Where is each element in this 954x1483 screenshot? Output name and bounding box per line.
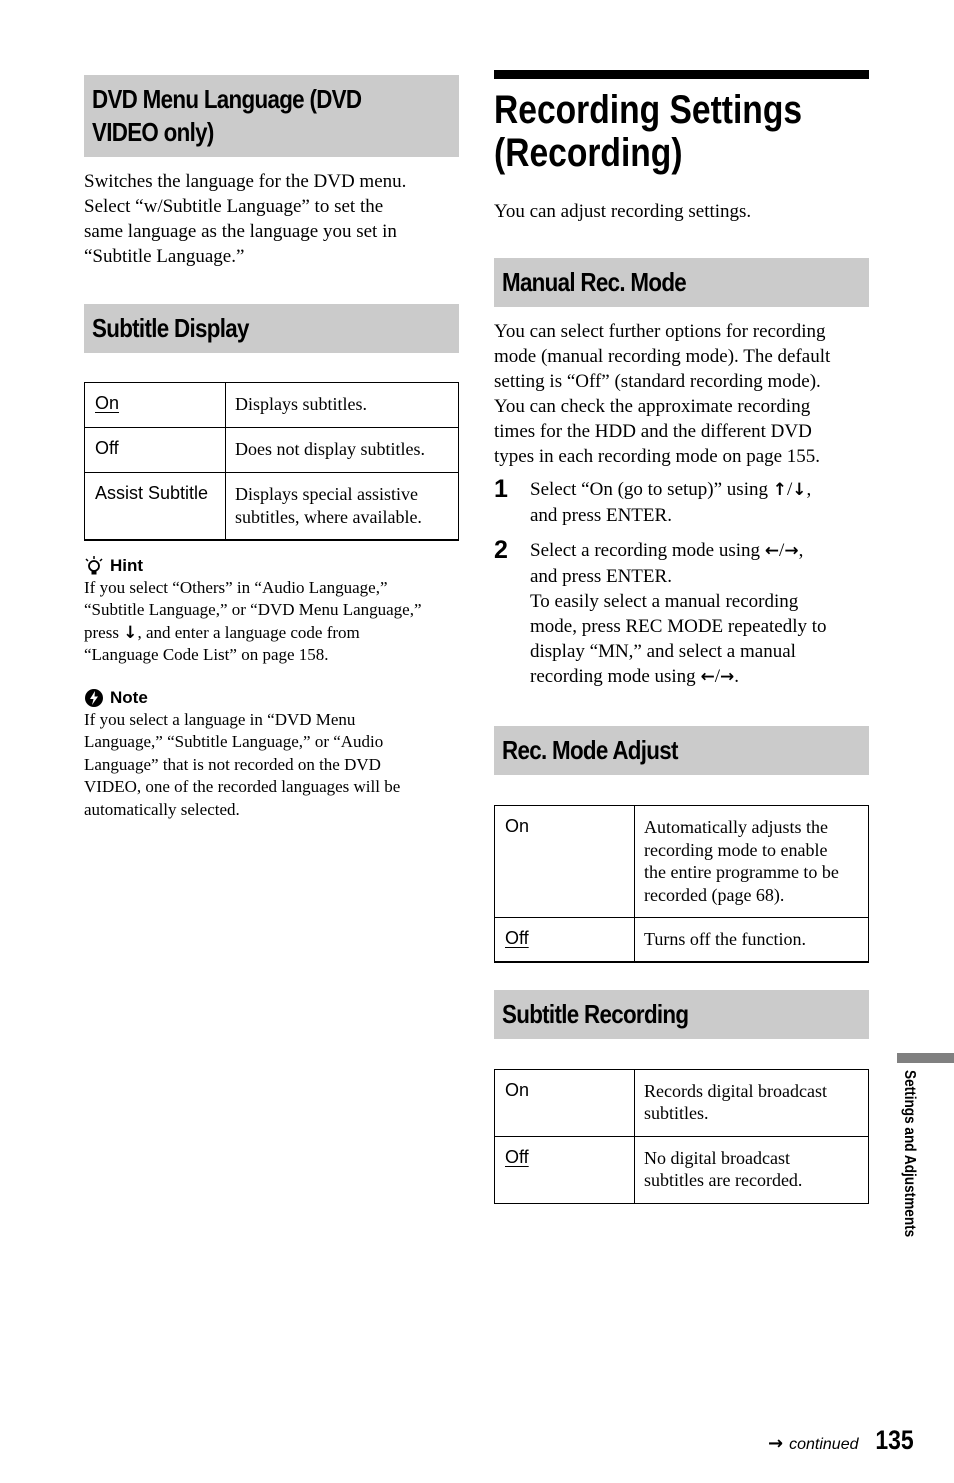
subtitle-display-table: On Displays subtitles. Off Does not disp… (84, 382, 459, 541)
note-label: Note (110, 687, 148, 707)
page-footer: → continued 135 (768, 1425, 918, 1456)
step-2: 2 Select a recording mode using ←/→, and… (494, 538, 869, 690)
note-icon (85, 688, 103, 707)
section-heading-rec-mode-adjust: Rec. Mode Adjust (494, 726, 869, 775)
step-number: 1 (494, 475, 508, 503)
option-description: Turns off the function. (634, 917, 869, 963)
option-description: Records digital broadcast subtitles. (634, 1068, 869, 1137)
lightbulb-icon (85, 555, 103, 574)
table-row: Off Does not display subtitles. (84, 427, 459, 473)
note-text: If you select a language in “DVD Menu La… (84, 709, 401, 819)
down-arrow-icon: ↓ (123, 622, 138, 643)
option-off-default: Off (505, 928, 529, 948)
down-arrow-icon: ↓ (792, 480, 807, 500)
dvd-menu-language-description: Switches the language for the DVD menu. … (84, 171, 407, 267)
option-description: Automatically adjusts the recording mode… (634, 805, 869, 918)
option-description: No digital broadcast subtitles are recor… (634, 1135, 869, 1204)
hint-label: Hint (110, 555, 144, 575)
section-heading-subtitle-recording: Subtitle Recording (494, 989, 869, 1039)
section-heading-subtitle-display: Subtitle Display (84, 304, 459, 353)
option-off-default: Off (505, 1146, 529, 1167)
title-rule (494, 70, 869, 79)
table-row: Off No digital broadcast subtitles are r… (494, 1135, 869, 1204)
hint-text: If you select “Others” in “Audio Languag… (84, 577, 422, 665)
left-column: DVD Menu Language (DVD VIDEO only) Switc… (84, 75, 459, 821)
note-block: Note If you select a language in “DVD Me… (84, 687, 459, 822)
left-arrow-icon: ← (700, 667, 715, 687)
option-off: Off (84, 427, 226, 473)
right-arrow-icon: → (719, 667, 735, 687)
continued-arrow-icon: → (768, 1433, 784, 1454)
step-1: 1 Select “On (go to setup)” using ↑/↓, a… (494, 475, 812, 527)
manual-rec-mode-description: You can select further options for recor… (494, 321, 831, 467)
continued-label: continued (789, 1436, 859, 1453)
side-tab-marker (897, 1053, 954, 1063)
option-on: On (494, 1068, 635, 1137)
rec-mode-adjust-table: On Automatically adjusts the recording m… (494, 805, 869, 963)
option-on: On (494, 805, 635, 918)
side-tab-label: Settings and Adjustments (901, 1070, 918, 1238)
intro-text: You can adjust recording settings. (494, 201, 752, 222)
right-column: Recording Settings (Recording) You can a… (494, 70, 869, 1204)
table-row: On Automatically adjusts the recording m… (494, 805, 869, 918)
section-heading-manual-rec-mode: Manual Rec. Mode (494, 258, 869, 307)
left-arrow-icon: ← (764, 541, 780, 561)
up-arrow-icon: ↑ (772, 480, 787, 500)
table-row: On Records digital broadcast subtitles. (494, 1068, 869, 1137)
option-on-default: On (95, 393, 120, 413)
section-heading-dvd-menu-language: DVD Menu Language (DVD VIDEO only) (84, 75, 459, 157)
right-arrow-icon: → (784, 541, 799, 561)
option-description: Displays subtitles. (225, 382, 459, 428)
subtitle-recording-table: On Records digital broadcast subtitles. … (494, 1068, 869, 1204)
table-row: Off Turns off the function. (494, 917, 869, 963)
table-row: Assist Subtitle Displays special assisti… (84, 472, 459, 541)
option-description: Displays special assistive subtitles, wh… (225, 472, 459, 541)
page-number: 135 (875, 1425, 915, 1455)
option-description: Does not display subtitles. (225, 427, 459, 473)
page-title: Recording Settings (Recording) (494, 88, 803, 175)
hint-block: Hint If you select “Others” in “Audio La… (84, 555, 459, 667)
step-number: 2 (494, 536, 508, 564)
option-assist-subtitle: Assist Subtitle (84, 472, 226, 541)
table-row: On Displays subtitles. (84, 382, 459, 428)
